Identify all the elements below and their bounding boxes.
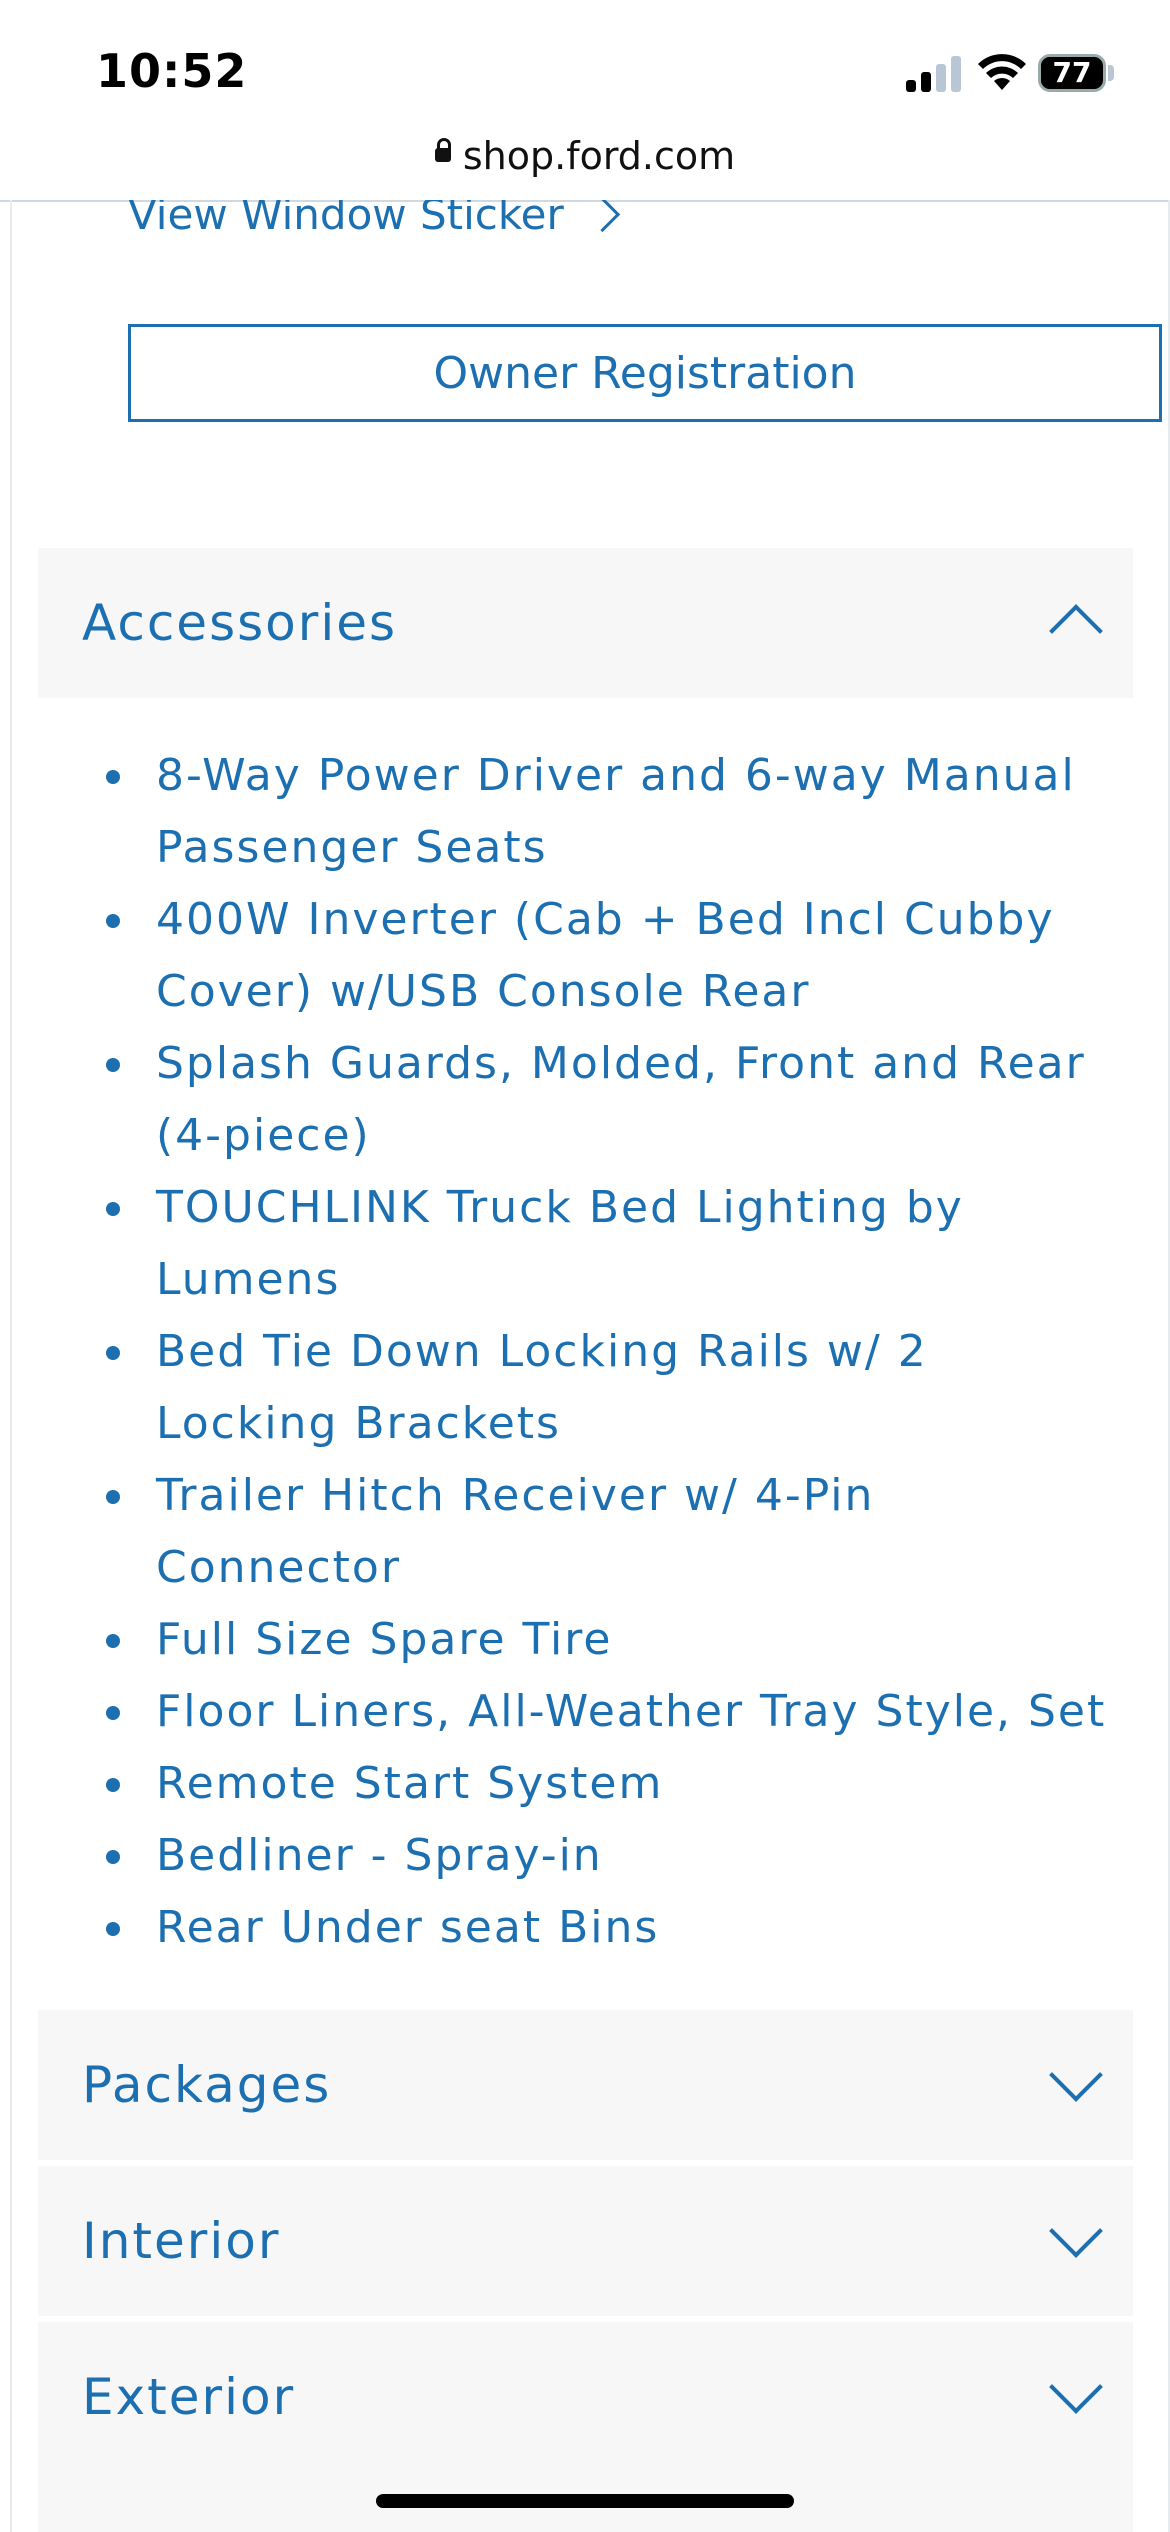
cellular-signal-icon (906, 56, 962, 92)
list-item: Splash Guards, Molded, Front and Rear (4… (106, 1028, 1126, 1172)
chevron-up-icon (1049, 604, 1103, 658)
chevron-down-icon (1049, 2048, 1103, 2102)
list-item: Remote Start System (106, 1748, 1126, 1820)
list-item: TOUCHLINK Truck Bed Lighting by Lumens (106, 1172, 1126, 1316)
list-item: Bed Tie Down Locking Rails w/ 2 Locking … (106, 1316, 1126, 1460)
list-item: Floor Liners, All-Weather Tray Style, Se… (106, 1676, 1126, 1748)
chevron-down-icon (1049, 2360, 1103, 2414)
accessories-list: 8-Way Power Driver and 6-way Manual Pass… (106, 740, 1126, 1964)
list-item: Trailer Hitch Receiver w/ 4-Pin Connecto… (106, 1460, 1126, 1604)
packages-section-header[interactable]: Packages (38, 2010, 1133, 2160)
exterior-title: Exterior (82, 2368, 296, 2426)
list-item: Rear Under seat Bins (106, 1892, 1126, 1964)
chevron-right-icon (584, 200, 620, 233)
status-bar: 10:52 77 (0, 0, 1170, 140)
url-text: shop.ford.com (462, 134, 736, 178)
packages-title: Packages (82, 2056, 332, 2114)
url-display[interactable]: shop.ford.com (0, 134, 1170, 178)
interior-title: Interior (82, 2212, 281, 2270)
content-border-left (10, 200, 12, 2532)
list-item: 8-Way Power Driver and 6-way Manual Pass… (106, 740, 1126, 884)
url-bar[interactable]: shop.ford.com (0, 130, 1170, 202)
status-time: 10:52 (96, 44, 248, 98)
list-item: Bedliner - Spray-in (106, 1820, 1126, 1892)
wifi-icon (978, 54, 1026, 90)
chevron-down-icon (1049, 2204, 1103, 2258)
battery-icon: 77 (1038, 54, 1106, 92)
exterior-section-header[interactable]: Exterior (38, 2322, 1133, 2472)
home-indicator[interactable] (376, 2494, 794, 2508)
battery-percentage: 77 (1052, 56, 1092, 89)
accessories-title: Accessories (82, 594, 398, 652)
interior-section-header[interactable]: Interior (38, 2166, 1133, 2316)
lock-icon (434, 137, 451, 162)
battery-cap (1108, 65, 1114, 81)
view-window-sticker-link[interactable]: View Window Sticker (128, 200, 620, 239)
owner-registration-button[interactable]: Owner Registration (128, 324, 1162, 422)
list-item: Full Size Spare Tire (106, 1604, 1126, 1676)
page-content: View Window Sticker Owner Registration A… (0, 200, 1170, 2532)
view-window-sticker-label: View Window Sticker (128, 200, 564, 239)
list-item: 400W Inverter (Cab + Bed Incl Cubby Cove… (106, 884, 1126, 1028)
accessories-section-header[interactable]: Accessories (38, 548, 1133, 698)
